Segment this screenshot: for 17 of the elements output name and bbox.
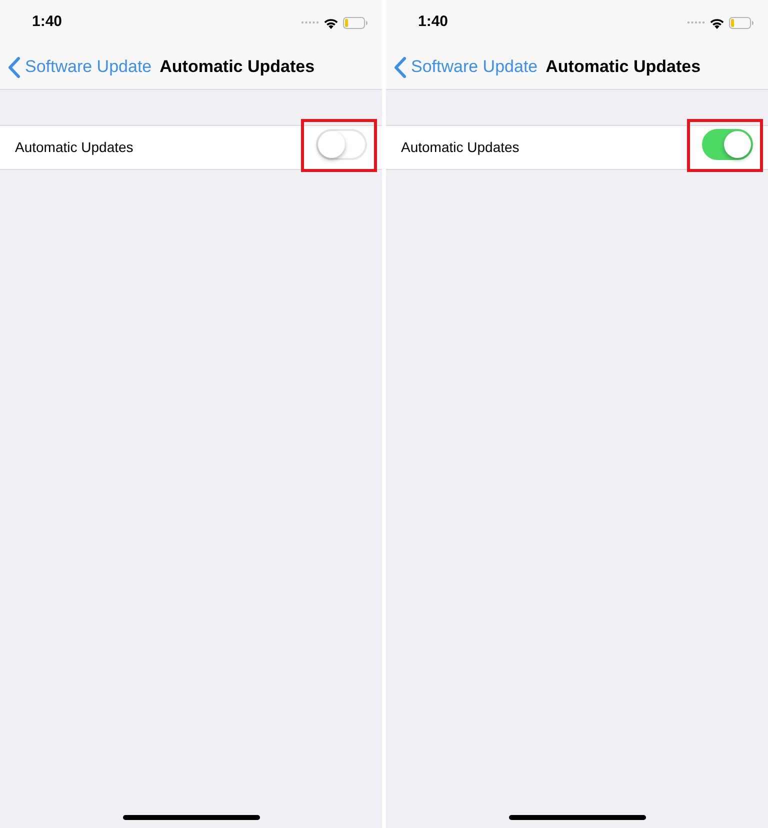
status-time: 1:40	[32, 12, 62, 32]
signal-dots-icon	[687, 21, 705, 24]
wifi-icon	[709, 16, 725, 28]
row-label: Automatic Updates	[15, 138, 134, 157]
back-button[interactable]: Software Update	[394, 54, 538, 80]
signal-dots-icon	[301, 21, 319, 24]
status-time: 1:40	[418, 12, 448, 32]
battery-icon	[729, 16, 754, 28]
wifi-icon	[323, 16, 339, 28]
nav-title: Automatic Updates	[546, 56, 701, 78]
chevron-left-icon	[394, 56, 407, 78]
row-label: Automatic Updates	[401, 138, 520, 157]
back-button[interactable]: Software Update	[8, 54, 152, 80]
battery-icon	[343, 16, 368, 28]
toggle-switch[interactable]	[702, 129, 753, 160]
chevron-left-icon	[8, 56, 21, 78]
nav-title: Automatic Updates	[160, 56, 315, 78]
